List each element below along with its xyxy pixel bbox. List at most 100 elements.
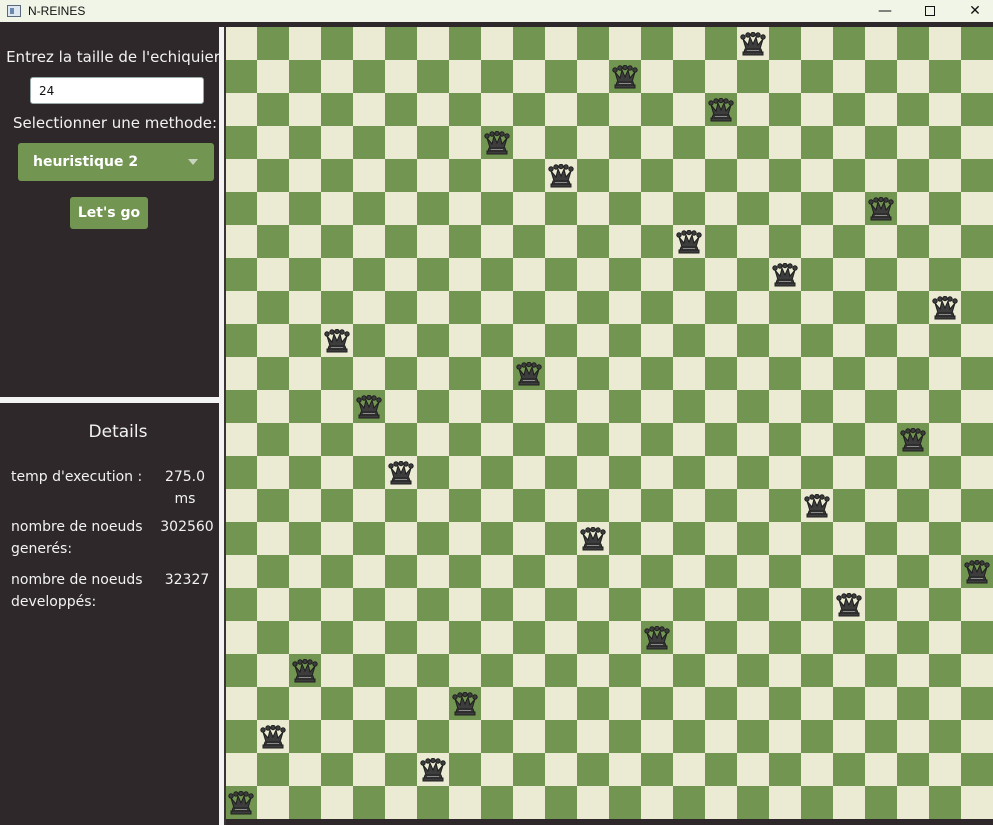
board-square[interactable]	[897, 390, 929, 423]
board-square[interactable]	[769, 159, 801, 192]
board-square[interactable]	[801, 555, 833, 588]
board-square[interactable]	[833, 159, 865, 192]
board-square[interactable]	[321, 456, 353, 489]
board-square[interactable]	[769, 192, 801, 225]
board-square[interactable]	[226, 159, 257, 192]
board-square[interactable]	[961, 423, 993, 456]
board-square[interactable]	[865, 654, 897, 687]
board-square[interactable]	[513, 423, 545, 456]
board-square[interactable]	[321, 555, 353, 588]
board-square[interactable]	[769, 654, 801, 687]
board-square[interactable]	[705, 555, 737, 588]
board-square[interactable]	[513, 225, 545, 258]
board-square[interactable]	[513, 720, 545, 753]
board-square[interactable]	[897, 357, 929, 390]
board-square[interactable]	[321, 621, 353, 654]
board-square[interactable]	[257, 423, 289, 456]
board-square[interactable]	[385, 390, 417, 423]
board-square[interactable]	[257, 60, 289, 93]
board-square[interactable]	[929, 588, 961, 621]
board-square[interactable]	[865, 621, 897, 654]
board-square[interactable]	[321, 291, 353, 324]
board-square[interactable]	[289, 456, 321, 489]
board-square[interactable]	[833, 522, 865, 555]
board-square[interactable]	[513, 27, 545, 60]
board-square[interactable]	[929, 159, 961, 192]
board-square[interactable]	[961, 225, 993, 258]
board-square[interactable]	[226, 93, 257, 126]
board-square[interactable]	[289, 390, 321, 423]
board-square[interactable]	[609, 522, 641, 555]
board-square[interactable]	[226, 621, 257, 654]
board-square[interactable]	[321, 786, 353, 819]
board-square[interactable]	[545, 423, 577, 456]
board-square[interactable]	[545, 60, 577, 93]
board-square[interactable]	[417, 93, 449, 126]
board-square[interactable]	[865, 324, 897, 357]
board-square[interactable]	[321, 522, 353, 555]
board-square[interactable]	[417, 225, 449, 258]
board-square[interactable]	[769, 291, 801, 324]
board-square[interactable]	[481, 588, 513, 621]
board-square[interactable]	[705, 720, 737, 753]
board-square[interactable]	[705, 687, 737, 720]
board-square[interactable]	[673, 423, 705, 456]
board-square[interactable]	[801, 291, 833, 324]
board-square[interactable]	[961, 93, 993, 126]
board-square[interactable]	[673, 291, 705, 324]
board-square[interactable]	[353, 324, 385, 357]
board-square[interactable]	[801, 192, 833, 225]
board-square[interactable]	[513, 753, 545, 786]
board-square[interactable]	[321, 357, 353, 390]
board-square[interactable]	[545, 522, 577, 555]
board-square[interactable]	[481, 390, 513, 423]
board-square[interactable]	[737, 654, 769, 687]
board-square[interactable]	[289, 258, 321, 291]
board-square[interactable]	[897, 324, 929, 357]
board-square[interactable]	[545, 588, 577, 621]
board-square[interactable]	[289, 786, 321, 819]
board-square[interactable]	[961, 588, 993, 621]
board-square[interactable]	[449, 456, 481, 489]
board-square[interactable]	[385, 258, 417, 291]
board-square[interactable]	[577, 687, 609, 720]
board-square[interactable]	[801, 753, 833, 786]
board-square[interactable]	[801, 126, 833, 159]
board-square[interactable]	[705, 390, 737, 423]
board-square[interactable]	[289, 555, 321, 588]
board-square[interactable]	[321, 489, 353, 522]
board-square[interactable]	[417, 357, 449, 390]
board-square[interactable]	[417, 423, 449, 456]
board-square[interactable]	[385, 522, 417, 555]
board-square[interactable]	[289, 159, 321, 192]
board-square[interactable]	[449, 588, 481, 621]
board-square[interactable]	[673, 720, 705, 753]
close-button[interactable]: ✕	[952, 0, 993, 22]
board-square[interactable]	[897, 126, 929, 159]
board-square[interactable]	[289, 93, 321, 126]
board-square[interactable]	[289, 588, 321, 621]
board-square[interactable]	[897, 192, 929, 225]
board-square[interactable]	[609, 555, 641, 588]
board-square[interactable]	[705, 489, 737, 522]
board-square[interactable]	[481, 720, 513, 753]
board-square[interactable]	[226, 522, 257, 555]
board-square[interactable]	[417, 654, 449, 687]
method-dropdown[interactable]: heuristique 2	[18, 143, 214, 181]
board-square[interactable]	[897, 456, 929, 489]
board-square[interactable]	[449, 390, 481, 423]
board-square[interactable]	[801, 588, 833, 621]
board-square[interactable]	[257, 588, 289, 621]
board-square[interactable]	[897, 159, 929, 192]
board-square[interactable]	[353, 357, 385, 390]
board-square[interactable]	[865, 753, 897, 786]
board-square[interactable]	[929, 93, 961, 126]
board-square[interactable]	[737, 423, 769, 456]
board-square[interactable]	[673, 192, 705, 225]
board-square[interactable]	[929, 60, 961, 93]
board-square[interactable]	[226, 423, 257, 456]
board-square[interactable]	[641, 786, 673, 819]
board-square[interactable]	[513, 786, 545, 819]
board-square[interactable]	[545, 489, 577, 522]
board-square[interactable]	[449, 423, 481, 456]
